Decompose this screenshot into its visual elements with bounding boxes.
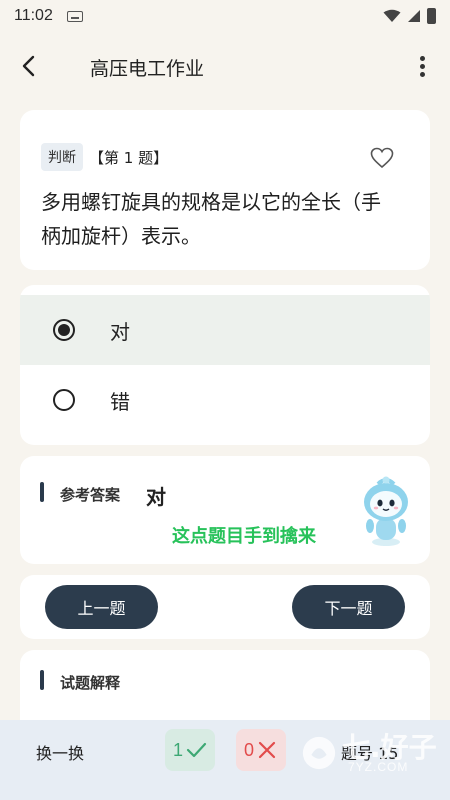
bottom-toolbar: 换一换 1 0 题号 15 七.好子 7YZ.COM bbox=[0, 720, 450, 780]
more-options-icon[interactable] bbox=[418, 54, 426, 78]
previous-question-button[interactable]: 上一题 bbox=[45, 585, 158, 629]
status-icons bbox=[383, 8, 436, 24]
explanation-label: 试题解释 bbox=[60, 674, 121, 692]
checkmark-icon bbox=[186, 742, 207, 758]
watermark-logo-icon bbox=[302, 736, 336, 770]
question-meta: 判断 【第 1 题】 bbox=[41, 143, 410, 171]
cross-icon bbox=[258, 741, 276, 759]
robot-mascot-icon bbox=[364, 476, 408, 546]
watermark-sub: 7YZ.COM bbox=[348, 760, 409, 774]
switch-question-button[interactable]: 换一换 bbox=[36, 740, 84, 764]
page-title: 高压电工作业 bbox=[90, 58, 205, 80]
gesture-area bbox=[0, 780, 450, 800]
options-card: 对 错 bbox=[20, 285, 430, 445]
correct-count: 1 bbox=[172, 739, 183, 760]
answer-label: 参考答案 bbox=[60, 486, 121, 504]
option-true[interactable]: 对 bbox=[20, 295, 430, 365]
option-label: 错 bbox=[110, 389, 130, 414]
back-arrow-icon[interactable] bbox=[18, 54, 42, 78]
section-indicator-bar bbox=[40, 670, 44, 690]
watermark-logo: 七.好子 7YZ.COM bbox=[300, 726, 440, 778]
status-time: 11:02 bbox=[14, 7, 53, 24]
correct-count-badge[interactable]: 1 bbox=[165, 729, 215, 771]
status-bar: 11:02 bbox=[0, 0, 450, 32]
option-false[interactable]: 错 bbox=[20, 365, 430, 435]
answer-slogan: 这点题目手到擒来 bbox=[172, 526, 316, 547]
wrong-count-badge[interactable]: 0 bbox=[236, 729, 286, 771]
question-type-tag: 判断 bbox=[41, 143, 83, 171]
keyboard-icon bbox=[66, 10, 83, 22]
radio-checked-icon[interactable] bbox=[53, 319, 75, 341]
answer-value: 对 bbox=[146, 485, 166, 509]
wifi-icon bbox=[383, 9, 401, 22]
answer-card: 参考答案 对 这点题目手到擒来 bbox=[20, 456, 430, 564]
option-label: 对 bbox=[110, 319, 130, 344]
radio-unchecked-icon[interactable] bbox=[53, 389, 75, 411]
battery-icon bbox=[427, 8, 436, 24]
question-card: 判断 【第 1 题】 多用螺钉旋具的规格是以它的全长（手柄加旋杆）表示。 bbox=[20, 110, 430, 270]
question-number: 【第 1 题】 bbox=[89, 148, 169, 167]
app-header: 高压电工作业 bbox=[0, 32, 450, 100]
question-text: 多用螺钉旋具的规格是以它的全长（手柄加旋杆）表示。 bbox=[41, 190, 381, 248]
navigation-card: 上一题 下一题 bbox=[20, 575, 430, 639]
next-question-button[interactable]: 下一题 bbox=[292, 585, 405, 629]
favorite-heart-icon[interactable] bbox=[370, 147, 394, 169]
wrong-count: 0 bbox=[243, 739, 254, 760]
section-indicator-bar bbox=[40, 482, 44, 502]
signal-icon bbox=[408, 10, 420, 22]
